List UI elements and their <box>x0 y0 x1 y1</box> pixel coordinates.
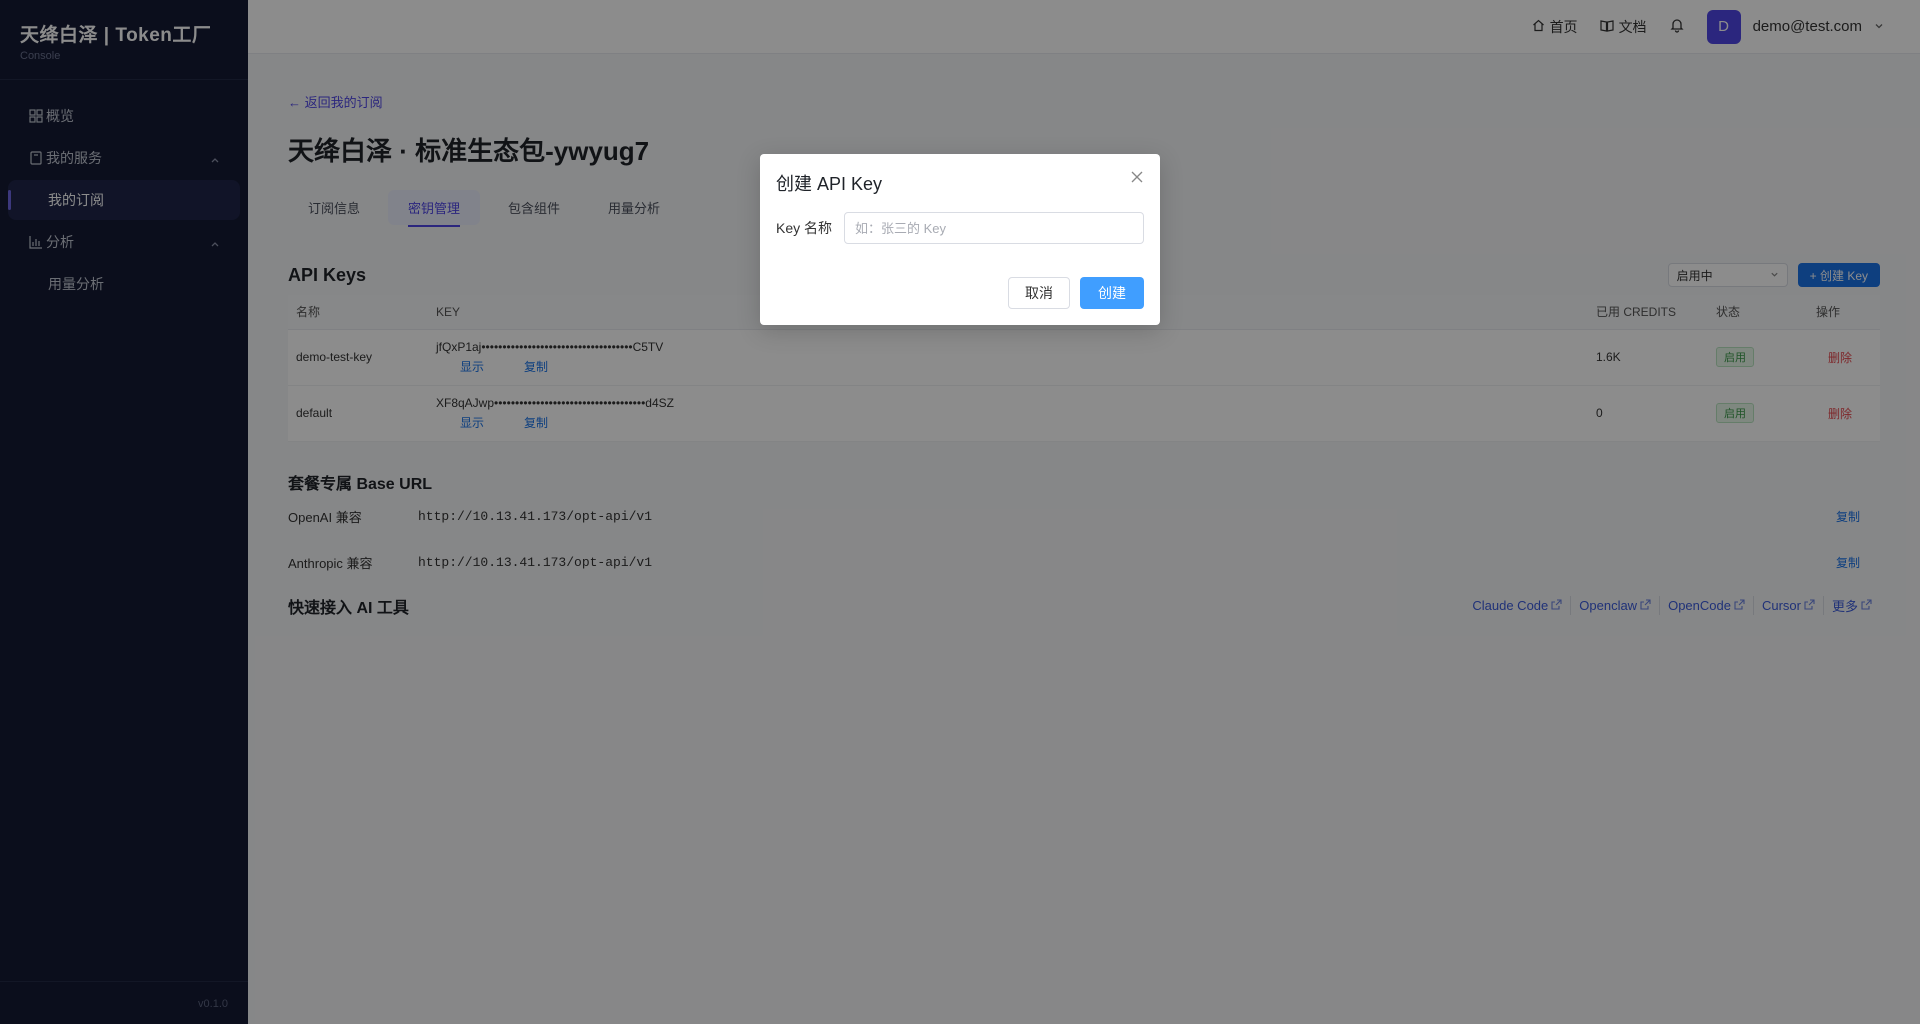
dialog-title: 创建 API Key <box>776 174 883 194</box>
cancel-button[interactable]: 取消 <box>1008 277 1070 309</box>
dialog-actions: 取消 创建 <box>1008 277 1144 309</box>
close-icon[interactable] <box>1130 170 1144 184</box>
create-api-key-dialog: 创建 API Key Key 名称 取消 创建 <box>760 154 1160 325</box>
key-name-field: Key 名称 <box>776 212 1144 244</box>
key-name-label: Key 名称 <box>776 220 833 236</box>
create-button[interactable]: 创建 <box>1080 277 1144 309</box>
key-name-input[interactable] <box>844 212 1144 244</box>
